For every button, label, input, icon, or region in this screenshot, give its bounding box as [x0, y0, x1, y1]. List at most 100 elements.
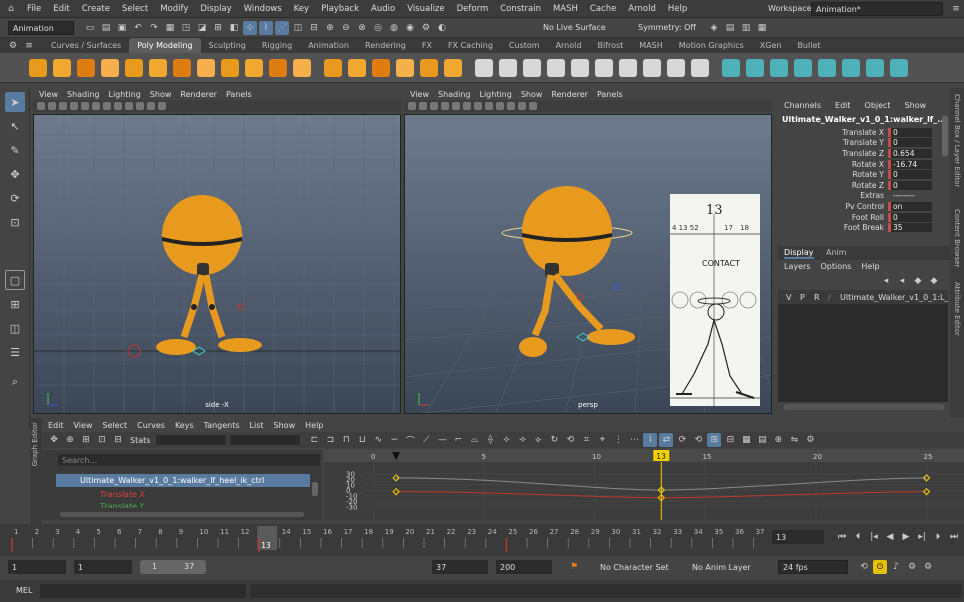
move-key-icon[interactable]: ✥: [47, 433, 61, 447]
anim-layer-dropdown[interactable]: No Anim Layer: [688, 560, 772, 574]
paint-select-tool-icon[interactable]: ✎: [5, 140, 25, 160]
tab-display[interactable]: Display: [784, 248, 814, 259]
workspace-dropdown[interactable]: Animation*: [811, 2, 943, 16]
layer-reference-toggle[interactable]: R: [814, 293, 828, 302]
image-plane-icon[interactable]: [59, 102, 67, 110]
buffer-curve-icon[interactable]: ⌇: [643, 433, 658, 447]
anim-start-field[interactable]: 1: [74, 560, 132, 574]
step-back-frame-icon[interactable]: ⏴: [851, 530, 865, 544]
layer-name[interactable]: Ultimate_Walker_v1_0_1:L_Ob: [840, 293, 948, 302]
value-snap-icon[interactable]: ⌖: [595, 433, 609, 447]
menu-constrain[interactable]: Constrain: [500, 4, 541, 14]
shelf-tab-custom[interactable]: Custom: [501, 38, 548, 53]
connect-icon[interactable]: [667, 59, 685, 77]
shelf-options-icon[interactable]: ⚙: [6, 39, 20, 53]
layer-menu-options[interactable]: Options: [820, 262, 851, 271]
channel-translate-x[interactable]: Translate X: [100, 490, 145, 499]
persp-wireframe-icon[interactable]: [474, 102, 482, 110]
attr-row-foot-break[interactable]: Foot Break 35: [778, 222, 950, 233]
shelf-tab-xgen[interactable]: XGen: [752, 38, 790, 53]
undo-icon[interactable]: ↶: [131, 21, 145, 35]
show-tool-settings-icon[interactable]: ▥: [739, 21, 753, 35]
menu-modify[interactable]: Modify: [160, 4, 188, 14]
layer-visibility-toggle[interactable]: V: [786, 293, 800, 302]
graph-menu-curves[interactable]: Curves: [137, 421, 165, 430]
clamped-tangent-icon[interactable]: ⌒: [403, 433, 417, 447]
channel-box-menu-show[interactable]: Show: [905, 101, 927, 110]
wireframe-icon[interactable]: [103, 102, 111, 110]
anim-end-field[interactable]: 37: [432, 560, 488, 574]
attr-row-foot-roll[interactable]: Foot Roll 0: [778, 212, 950, 223]
graph-menu-list[interactable]: List: [250, 421, 264, 430]
persp-graph-layout-icon[interactable]: ◫: [5, 318, 25, 338]
side-menu-panels[interactable]: Panels: [226, 90, 252, 99]
attr-value-pv-control[interactable]: on: [888, 201, 932, 211]
menu-mash[interactable]: MASH: [553, 4, 578, 14]
graph-editor-title[interactable]: Graph Editor: [31, 422, 39, 466]
shelf-tab-rendering[interactable]: Rendering: [357, 38, 414, 53]
auto-load-icon[interactable]: ↻: [547, 433, 561, 447]
shelf-tab-animation[interactable]: Animation: [300, 38, 357, 53]
swap-buffer-icon[interactable]: ⇄: [659, 433, 674, 447]
go-to-start-icon[interactable]: ⏮: [835, 530, 849, 544]
film-gate-icon[interactable]: [81, 102, 89, 110]
move-layer-down-icon[interactable]: ◂: [895, 274, 909, 288]
shelf-tab-motion-graphics[interactable]: Motion Graphics: [671, 38, 752, 53]
graph-menu-select[interactable]: Select: [102, 421, 127, 430]
side-menu-lighting[interactable]: Lighting: [108, 90, 140, 99]
menu-arnold[interactable]: Arnold: [628, 4, 656, 14]
boolean-difference-icon[interactable]: [444, 59, 462, 77]
smooth-shade-icon[interactable]: [114, 102, 122, 110]
attr-value-rotate-z[interactable]: 0: [888, 180, 932, 190]
render-ipr-icon[interactable]: ◉: [403, 21, 417, 35]
normalize-icon[interactable]: ⋮: [611, 433, 625, 447]
attr-value-foot-roll[interactable]: 0: [888, 212, 932, 222]
crease-icon[interactable]: [746, 59, 764, 77]
snap-surface-icon[interactable]: ⊟: [307, 21, 321, 35]
side-menu-show[interactable]: Show: [150, 90, 172, 99]
absolute-view-icon[interactable]: ⊟: [723, 433, 737, 447]
attr-row-rotate-x[interactable]: Rotate X -16.74: [778, 159, 950, 170]
attr-row-translate-x[interactable]: Translate X 0: [778, 127, 950, 138]
four-view-layout-icon[interactable]: ⊞: [5, 294, 25, 314]
construction-history-icon[interactable]: ◎: [371, 21, 385, 35]
stats-value-field[interactable]: [230, 435, 301, 445]
bevel-icon[interactable]: [523, 59, 541, 77]
boolean-union-icon[interactable]: [420, 59, 438, 77]
shelf-tab-poly-modeling[interactable]: Poly Modeling: [129, 38, 201, 53]
poly-cylinder-icon[interactable]: [77, 59, 95, 77]
step-back-key-icon[interactable]: |◂: [867, 530, 881, 544]
auto-tangent-icon[interactable]: ∿: [371, 433, 385, 447]
poly-super-shape-icon[interactable]: [245, 59, 263, 77]
snap-point-icon[interactable]: ⋰: [275, 21, 289, 35]
attr-row-rotate-y[interactable]: Rotate Y 0: [778, 169, 950, 180]
menu-playback[interactable]: Playback: [321, 4, 359, 14]
persp-menu-show[interactable]: Show: [521, 90, 543, 99]
play-backwards-icon[interactable]: ◀: [883, 530, 897, 544]
tween-icon[interactable]: ⇋: [787, 433, 801, 447]
select-component-icon[interactable]: ◪: [195, 21, 209, 35]
side-viewport[interactable]: side -X: [33, 114, 401, 414]
move-tool-icon[interactable]: ✥: [5, 164, 25, 184]
layer-menu-layers[interactable]: Layers: [784, 262, 810, 271]
quick-search-icon[interactable]: ⌕: [5, 372, 25, 392]
menu-display[interactable]: Display: [200, 4, 231, 14]
snap-view-icon[interactable]: ◫: [291, 21, 305, 35]
frame-all-icon[interactable]: ⊏: [307, 433, 321, 447]
range-bar[interactable]: 1 37: [140, 560, 206, 574]
menu-create[interactable]: Create: [82, 4, 110, 14]
region-tool-icon[interactable]: ⊡: [95, 433, 109, 447]
shelf-tab-bifrost[interactable]: Bifrost: [589, 38, 631, 53]
graph-menu-show[interactable]: Show: [274, 421, 296, 430]
channel-box-object-name[interactable]: Ultimate_Walker_v1_0_1:walker_lf_...: [778, 112, 950, 127]
layer-row[interactable]: V P R / Ultimate_Walker_v1_0_1:L_Ob: [778, 290, 948, 304]
move-layer-up-icon[interactable]: ◂: [879, 274, 893, 288]
side-menu-renderer[interactable]: Renderer: [180, 90, 217, 99]
show-channel-box-icon[interactable]: ▦: [755, 21, 769, 35]
pre-infinity-cycle-icon[interactable]: ⟳: [675, 433, 689, 447]
separate-icon[interactable]: [348, 59, 366, 77]
attr-row-extras[interactable]: Extras --------: [778, 191, 950, 202]
attr-value-translate-x[interactable]: 0: [888, 127, 932, 137]
step-forward-frame-icon[interactable]: ⏵: [931, 530, 945, 544]
layer-menu-help[interactable]: Help: [861, 262, 879, 271]
